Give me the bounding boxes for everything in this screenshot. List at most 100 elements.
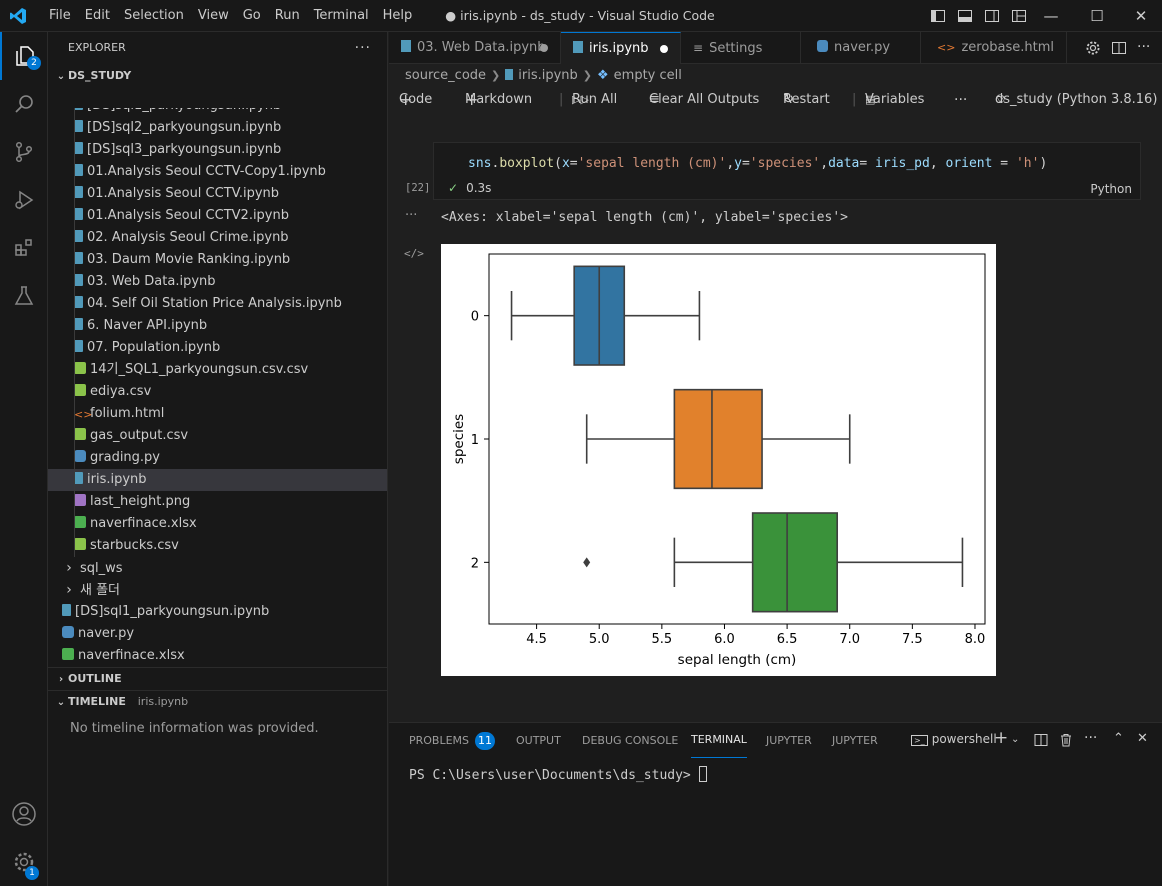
- output-code-icon[interactable]: </>: [404, 247, 424, 260]
- customize-layout-icon[interactable]: [1011, 8, 1027, 24]
- folder-item[interactable]: › sql_ws: [48, 557, 387, 579]
- chevron-down-icon[interactable]: ⌄: [1011, 734, 1019, 745]
- extensions-activity[interactable]: [0, 224, 48, 272]
- variables-label: Variables: [865, 92, 925, 107]
- file-item[interactable]: 01.Analysis Seoul CCTV2.ipynb: [48, 205, 387, 227]
- menu-file[interactable]: File: [42, 0, 78, 32]
- testing-activity[interactable]: [0, 272, 48, 320]
- gear-icon[interactable]: [1085, 40, 1101, 56]
- accounts-activity[interactable]: [0, 790, 48, 838]
- file-item[interactable]: 04. Self Oil Station Price Analysis.ipyn…: [48, 293, 387, 315]
- menu-go[interactable]: Go: [236, 0, 268, 32]
- more-actions-icon[interactable]: ···: [1084, 730, 1097, 746]
- manage-activity[interactable]: 1: [0, 838, 48, 886]
- toggle-secondary-sidebar-icon[interactable]: [984, 8, 1000, 24]
- split-editor-icon[interactable]: [1111, 40, 1127, 56]
- tab-zerobase-html[interactable]: <> zerobase.html: [921, 32, 1067, 64]
- tab-jupyter-2[interactable]: JUPYTER: [832, 723, 878, 758]
- trash-icon[interactable]: [1059, 733, 1073, 747]
- outlier-point: [583, 557, 591, 568]
- chevron-right-icon: ❯: [582, 69, 592, 82]
- file-item[interactable]: 01.Analysis Seoul CCTV-Copy1.ipynb: [48, 161, 387, 183]
- source-control-activity[interactable]: [0, 128, 48, 176]
- file-item[interactable]: 07. Population.ipynb: [48, 337, 387, 359]
- file-item[interactable]: naver.py: [48, 623, 387, 645]
- file-item[interactable]: [DS]sql1_parkyoungsun.ipynb: [48, 108, 387, 117]
- chevron-down-icon: ⌄: [56, 697, 66, 708]
- unsaved-dot-icon[interactable]: [660, 45, 668, 53]
- file-item[interactable]: naverfinace.xlsx: [48, 513, 387, 535]
- output-actions-icon[interactable]: ···: [405, 208, 417, 223]
- file-item[interactable]: 03. Daum Movie Ranking.ipynb: [48, 249, 387, 271]
- python-icon: [817, 40, 828, 52]
- x-tick-label: 6.0: [714, 632, 735, 647]
- toggle-panel-icon[interactable]: [957, 8, 973, 24]
- unsaved-dot-icon[interactable]: [540, 44, 548, 52]
- minimize-button[interactable]: —: [1028, 0, 1074, 32]
- tab-naver-py[interactable]: naver.py: [801, 32, 921, 64]
- file-item[interactable]: 02. Analysis Seoul Crime.ipynb: [48, 227, 387, 249]
- outline-section[interactable]: › OUTLINE: [48, 667, 387, 690]
- file-item[interactable]: 01.Analysis Seoul CCTV.ipynb: [48, 183, 387, 205]
- file-item[interactable]: 03. Web Data.ipynb: [48, 271, 387, 293]
- maximize-panel-icon[interactable]: ⌃: [1113, 731, 1124, 746]
- menu-run[interactable]: Run: [268, 0, 307, 32]
- file-item[interactable]: <>folium.html: [48, 403, 387, 425]
- more-actions-icon[interactable]: ···: [355, 32, 371, 64]
- tab-settings[interactable]: ≡ Settings: [681, 32, 801, 64]
- item-label: gas_output.csv: [90, 428, 189, 443]
- workspace-root[interactable]: ⌄ DS_STUDY: [48, 65, 387, 87]
- folder-item[interactable]: › 새 폴더: [48, 579, 387, 601]
- explorer-activity[interactable]: 2: [0, 32, 48, 80]
- notebook-icon: [573, 41, 583, 53]
- tab-jupyter-1[interactable]: JUPYTER: [766, 723, 812, 758]
- cell-language[interactable]: Python: [1090, 182, 1132, 196]
- file-item[interactable]: grading.py: [48, 447, 387, 469]
- close-panel-icon[interactable]: ✕: [1137, 731, 1148, 746]
- file-item[interactable]: starbucks.csv: [48, 535, 387, 557]
- x-tick-label: 5.0: [589, 632, 610, 647]
- file-item[interactable]: gas_output.csv: [48, 425, 387, 447]
- more-actions-icon[interactable]: ···: [1137, 32, 1150, 62]
- menu-view[interactable]: View: [191, 0, 236, 32]
- toggle-sidebar-icon[interactable]: [930, 8, 946, 24]
- file-item[interactable]: [DS]sql1_parkyoungsun.ipynb: [48, 601, 387, 623]
- problems-count: 11: [475, 732, 496, 750]
- tab-web-data[interactable]: 03. Web Data.ipynb: [389, 32, 561, 64]
- menu-terminal[interactable]: Terminal: [307, 0, 376, 32]
- more-actions-icon[interactable]: ···: [954, 88, 967, 112]
- split-terminal-icon[interactable]: [1034, 733, 1048, 747]
- file-item[interactable]: naverfinace.xlsx: [48, 645, 387, 667]
- file-item[interactable]: 6. Naver API.ipynb: [48, 315, 387, 337]
- file-item[interactable]: [DS]sql3_parkyoungsun.ipynb: [48, 139, 387, 161]
- tab-terminal[interactable]: TERMINAL: [691, 723, 747, 758]
- breadcrumb-file[interactable]: iris.ipynb: [518, 68, 578, 83]
- menu-selection[interactable]: Selection: [117, 0, 191, 32]
- tab-debug-console[interactable]: DEBUG CONSOLE: [582, 723, 678, 758]
- terminal-icon: >_: [911, 735, 928, 746]
- notebook-icon: [74, 108, 83, 110]
- search-activity[interactable]: [0, 80, 48, 128]
- cell-source[interactable]: sns.boxplot(x='sepal length (cm)',y='spe…: [468, 156, 1047, 171]
- code-cell[interactable]: sns.boxplot(x='sepal length (cm)',y='spe…: [433, 142, 1141, 200]
- breadcrumb-cell[interactable]: empty cell: [614, 68, 682, 83]
- menu-edit[interactable]: Edit: [78, 0, 117, 32]
- file-item[interactable]: last_height.png: [48, 491, 387, 513]
- run-debug-icon: [15, 190, 34, 210]
- maximize-button[interactable]: ☐: [1074, 0, 1120, 32]
- run-debug-activity[interactable]: [0, 176, 48, 224]
- file-item[interactable]: ediya.csv: [48, 381, 387, 403]
- item-label: 03. Web Data.ipynb: [87, 274, 216, 289]
- tab-problems[interactable]: PROBLEMS 11: [409, 723, 496, 758]
- close-window-button[interactable]: ✕: [1118, 0, 1162, 32]
- tab-iris[interactable]: iris.ipynb: [561, 32, 681, 64]
- file-item[interactable]: iris.ipynb: [48, 469, 387, 491]
- file-item[interactable]: 14기_SQL1_parkyoungsun.csv.csv: [48, 359, 387, 381]
- timeline-section[interactable]: ⌄ TIMELINE iris.ipynb: [48, 690, 387, 712]
- file-item[interactable]: [DS]sql2_parkyoungsun.ipynb: [48, 117, 387, 139]
- new-terminal-icon[interactable]: +: [994, 728, 1008, 748]
- terminal-shell-selector[interactable]: >_ powershell: [911, 732, 997, 746]
- breadcrumb-folder[interactable]: source_code: [405, 68, 486, 83]
- terminal-output[interactable]: PS C:\Users\user\Documents\ds_study>: [409, 766, 707, 783]
- tab-output[interactable]: OUTPUT: [516, 723, 561, 758]
